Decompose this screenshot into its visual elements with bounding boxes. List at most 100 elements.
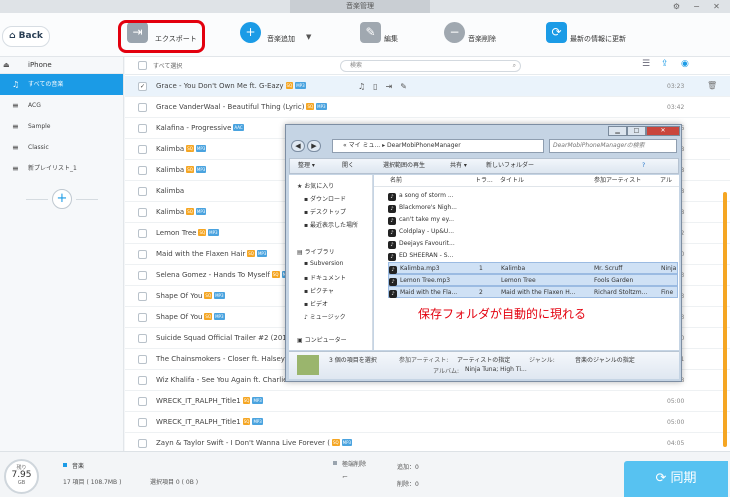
sidebar-item-new-playlist[interactable]: ≡ 新プレイリスト_1	[0, 158, 123, 179]
explorer-file-list: 名前 トラ... タイトル 参加アーティスト アル ♪ a song of sto…	[374, 175, 679, 350]
badge-icon[interactable]: ◉	[681, 59, 689, 69]
row-checkbox[interactable]	[138, 271, 147, 280]
close-icon[interactable]: ✕	[712, 2, 721, 11]
playlist-icon: ≡	[12, 101, 19, 110]
sidebar-item-classic[interactable]: ≡ Classic	[0, 137, 123, 158]
file-album: Fine	[661, 289, 674, 296]
file-name: Lemon Tree.mp3	[400, 277, 451, 284]
row-checkbox[interactable]	[138, 103, 147, 112]
row-checkbox[interactable]	[138, 250, 147, 259]
forward-arrow-icon[interactable]: ▶	[307, 140, 321, 152]
row-checkbox[interactable]	[138, 229, 147, 238]
sidebar-item-acg[interactable]: ≡ ACG	[0, 95, 123, 116]
phone-icon[interactable]: ▯	[373, 82, 377, 91]
format-badge: AAC	[233, 124, 244, 131]
back-button[interactable]: ⌂ Back	[2, 26, 50, 47]
row-checkbox[interactable]	[138, 292, 147, 301]
row-checkbox[interactable]	[138, 355, 147, 364]
file-row[interactable]: ♪ Blackmore's Nigh...	[388, 202, 678, 214]
format-badge: MP3	[195, 145, 207, 152]
song-title: Kalafina - Progressive AAC	[156, 124, 244, 132]
chevron-down-icon[interactable]: ▼	[306, 33, 311, 41]
trash-icon[interactable]: 🗑	[707, 81, 717, 90]
row-checkbox[interactable]	[138, 187, 147, 196]
search-input[interactable]: 検索 ⌕	[340, 60, 521, 72]
nav-recent[interactable]: ▪ 最近表示した場所	[304, 220, 358, 229]
format-badge: MP3	[341, 439, 353, 446]
music-note-icon[interactable]: ♫	[358, 82, 365, 91]
file-row[interactable]: ♪ can't take my ey...	[388, 214, 678, 226]
file-name: can't take my ey...	[399, 216, 454, 223]
format-badge: SQ	[306, 103, 315, 110]
sync-button[interactable]: ⟳ 同期	[624, 461, 728, 497]
headphones-plus-icon: +	[240, 22, 261, 43]
file-row[interactable]: ♪ Coldplay - Up&U...	[388, 226, 678, 238]
file-list-header: 名前 トラ... タイトル 参加アーティスト アル	[374, 175, 679, 187]
song-title: Shape Of You SQ MP3	[156, 292, 225, 300]
nav-subversion[interactable]: ▪ Subversion	[304, 260, 343, 267]
maximize-icon[interactable]: □	[627, 126, 646, 136]
help-icon[interactable]: ?	[642, 159, 645, 173]
row-checkbox[interactable]	[138, 376, 147, 385]
address-bar[interactable]: « マイ ミュ... ▸ DearMobiPhoneManager	[332, 139, 544, 153]
nav-favorites[interactable]: ★ お気に入り	[297, 181, 334, 190]
export-icon[interactable]: ⇥	[386, 82, 393, 91]
song-title: Wiz Khalifa - See You Again ft. Charlie	[156, 376, 288, 384]
file-row[interactable]: ♪ Lemon Tree.mp3 Lemon Tree Fools Garden	[388, 274, 678, 286]
row-checkbox[interactable]	[138, 397, 147, 406]
file-row[interactable]: ♪ a song of storm ...	[388, 190, 678, 202]
row-checkbox[interactable]	[138, 208, 147, 217]
device-header[interactable]: ⏏ iPhone	[0, 57, 123, 74]
close-icon[interactable]: ✕	[646, 126, 680, 136]
table-row[interactable]: Grace VanderWaal - Beautiful Thing (Lyri…	[125, 97, 730, 118]
minimize-icon[interactable]: −	[692, 2, 701, 11]
audio-file-icon: ♪	[388, 241, 396, 249]
back-arrow-icon[interactable]: ◀	[291, 140, 305, 152]
refresh-icon: ⟳	[546, 22, 567, 43]
row-checkbox[interactable]	[138, 145, 147, 154]
file-row[interactable]: ♪ Kalimba.mp3 1 Kalimba Mr. Scruff Ninja	[388, 262, 678, 274]
divider	[76, 199, 98, 200]
minimize-icon[interactable]: ▁	[608, 126, 627, 136]
table-row[interactable]: ✓ Grace - You Don't Own Me ft. G-Eazy SQ MP…	[125, 76, 730, 97]
list-view-icon[interactable]: ☰	[642, 59, 650, 69]
format-badge: MP3	[295, 82, 306, 89]
nav-downloads[interactable]: ▪ ダウンロード	[304, 194, 346, 203]
row-checkbox[interactable]	[138, 313, 147, 322]
song-title: Grace - You Don't Own Me ft. G-Eazy SQ MP3	[156, 82, 306, 90]
file-name: Blackmore's Nigh...	[399, 204, 457, 211]
row-checkbox[interactable]	[138, 418, 147, 427]
explorer-search-input[interactable]: DearMobiPhoneManagerの検索	[549, 139, 677, 153]
table-row[interactable]: WRECK_IT_RALPH_Title1 SQ MP3 05:00	[125, 412, 730, 433]
format-badge: MP3	[252, 397, 263, 404]
song-duration: 05:00	[667, 419, 685, 426]
audio-file-icon: ♪	[389, 278, 397, 286]
file-row[interactable]: ♪ ED SHEERAN - S...	[388, 250, 678, 262]
sidebar-item-all-music[interactable]: ♫ すべての音楽	[0, 74, 123, 95]
upload-icon[interactable]: ⇪	[661, 59, 669, 69]
row-checkbox[interactable]: ✓	[138, 82, 147, 91]
nav-libraries[interactable]: ▤ ライブラリ	[297, 247, 335, 256]
nav-computer[interactable]: ▣ コンピューター	[297, 335, 347, 344]
nav-videos[interactable]: ▪ ビデオ	[304, 299, 328, 308]
add-playlist-button[interactable]: +	[52, 189, 72, 209]
row-checkbox[interactable]	[138, 334, 147, 343]
file-row[interactable]: ♪ Maid with the Fla... 2 Maid with the Flax…	[388, 286, 678, 298]
window-title: 音楽管理	[290, 0, 430, 13]
row-checkbox[interactable]	[138, 439, 147, 448]
sidebar-item-sample[interactable]: ≡ Sample	[0, 116, 123, 137]
nav-music[interactable]: ♪ ミュージック	[304, 312, 346, 321]
row-checkbox[interactable]	[138, 166, 147, 175]
format-badge: SQ	[242, 397, 251, 404]
table-row[interactable]: WRECK_IT_RALPH_Title1 SQ MP3 05:00	[125, 391, 730, 412]
row-checkbox[interactable]	[138, 124, 147, 133]
settings-icon[interactable]: ⚙	[672, 2, 681, 11]
nav-desktop[interactable]: ▪ デスクトップ	[304, 207, 346, 216]
nav-pictures[interactable]: ▪ ピクチャ	[304, 286, 334, 295]
edit-icon[interactable]: ✎	[400, 82, 407, 91]
nav-documents[interactable]: ▪ ドキュメント	[304, 273, 346, 282]
format-badge: MP3	[214, 313, 225, 320]
scrollbar[interactable]	[723, 192, 727, 447]
file-row[interactable]: ♪ Deejays Favourit...	[388, 238, 678, 250]
select-all-checkbox[interactable]	[138, 61, 147, 70]
